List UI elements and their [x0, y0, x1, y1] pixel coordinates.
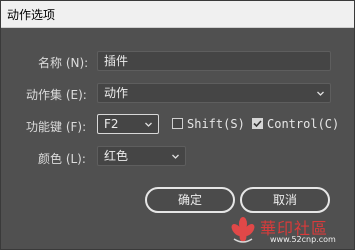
action-set-label: 动作集 (E): [26, 88, 87, 102]
chevron-down-icon [317, 91, 324, 96]
chevron-down-icon [145, 122, 152, 127]
action-options-dialog: 动作选项 名称 (N): 插件 动作集 (E): 动作 功能键 (F): F2 … [0, 0, 355, 250]
name-label: 名称 (N): [38, 56, 89, 70]
shift-label: Shift(S) [187, 117, 245, 131]
name-input[interactable]: 插件 [97, 51, 331, 71]
color-label: 颜色 (L): [38, 152, 86, 166]
function-key-label: 功能键 (F): [26, 120, 87, 134]
action-set-select[interactable]: 动作 [97, 83, 331, 103]
color-value: 红色 [104, 149, 129, 163]
shift-checkbox[interactable] [172, 118, 183, 129]
cancel-button[interactable]: 取消 [240, 187, 330, 213]
function-key-value: F2 [104, 117, 119, 131]
ok-button[interactable]: 确定 [145, 187, 235, 213]
flower-logo-icon [231, 217, 255, 243]
control-checkbox[interactable] [252, 118, 263, 129]
action-set-value: 动作 [104, 86, 129, 100]
control-label: Control(C) [267, 117, 340, 131]
checkmark-icon [253, 120, 262, 128]
title-bar: 动作选项 [1, 1, 354, 28]
watermark-url: www.52cnp.com [270, 235, 336, 244]
dialog-title: 动作选项 [7, 8, 56, 22]
chevron-down-icon [172, 154, 179, 159]
color-select[interactable]: 红色 [97, 146, 186, 166]
function-key-select[interactable]: F2 [97, 114, 159, 134]
watermark: 華印社區 www.52cnp.com [230, 215, 350, 247]
